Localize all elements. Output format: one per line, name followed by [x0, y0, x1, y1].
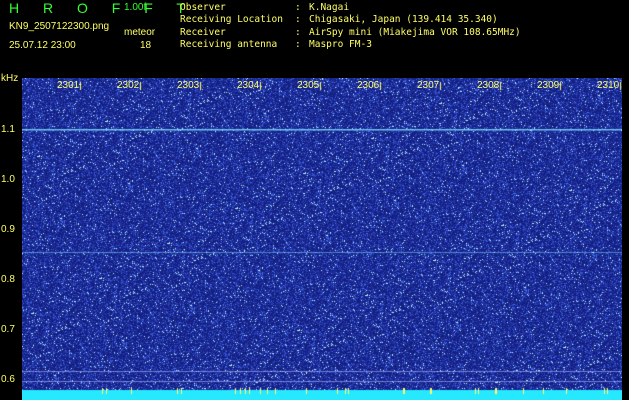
y-tick-label: 0.7 [1, 324, 15, 335]
info-row-observer: Observer: K.Nagai [180, 2, 350, 13]
x-tick-label: 2308 [477, 80, 500, 91]
x-tick-label: 2302 [117, 80, 140, 91]
y-tick-label: 0.8 [1, 274, 15, 285]
x-tick-label: 2306 [357, 80, 380, 91]
y-tick-label: 0.6 [1, 374, 15, 385]
y-axis-unit: kHz [1, 73, 19, 84]
x-tick-label: 2307 [417, 80, 440, 91]
app-title: H R O F F T [9, 0, 195, 16]
version-label: 1.00f [124, 2, 147, 13]
station-info: Observer: K.Nagai Receiving Location: Chig… [180, 2, 521, 52]
info-row-receiver: Receiver: AirSpy mini (Miakejima VOR 108.… [180, 26, 521, 38]
y-tick-label: 0.9 [1, 224, 15, 235]
x-tick-label: 2310 [597, 80, 620, 91]
meteor-label: meteor [124, 27, 156, 38]
header-panel: H R O F F T 1.00f KN9_2507122300.png 25.… [0, 0, 629, 78]
x-tick-label: 2304 [237, 80, 260, 91]
x-tick-label: 2303 [177, 80, 200, 91]
filename-label: KN9_2507122300.png [9, 21, 110, 32]
x-tick-label: 2305 [297, 80, 320, 91]
x-tick-label: 2309 [537, 80, 560, 91]
info-row-location: Receiving Location: Chigasaki, Japan (139… [180, 14, 498, 26]
meteor-count: 18 [140, 40, 152, 51]
datetime-label: 25.07.12 23:00 [9, 40, 76, 51]
x-tick-label: 2301 [57, 80, 80, 91]
info-row-antenna: Receiving antenna: Maspro FM-3 [180, 39, 372, 51]
waterfall-spectrogram [22, 78, 622, 400]
y-tick-label: 1.0 [1, 174, 15, 185]
y-tick-label: 1.1 [1, 124, 15, 135]
